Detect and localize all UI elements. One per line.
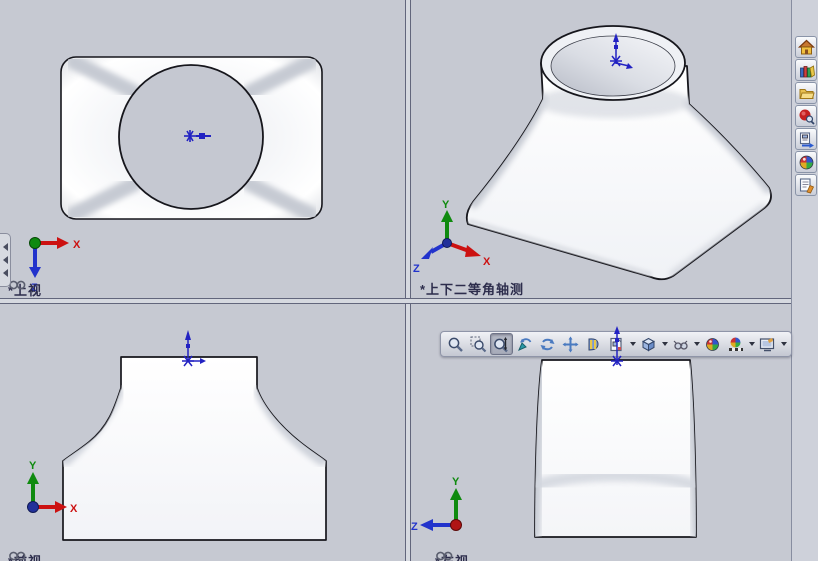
chevron-left-icon (2, 256, 8, 264)
view-label-isometric: *上下二等角轴测 (420, 282, 525, 297)
hide-show-items-dropdown[interactable] (692, 333, 701, 355)
linked-views-icon (436, 551, 453, 561)
zoom-to-fit-icon[interactable] (444, 333, 467, 355)
edit-appearance-icon[interactable] (701, 333, 724, 355)
model-isometric: Y X Z (413, 25, 772, 281)
axis-x-label: X (70, 503, 78, 515)
view-label-left: *左视 (435, 551, 469, 561)
section-view-icon[interactable] (582, 333, 605, 355)
viewport-isometric[interactable]: Y X Z *上下二等角轴测 (411, 0, 791, 298)
view-settings-dropdown[interactable] (779, 333, 788, 355)
file-explorer-icon[interactable] (795, 82, 817, 104)
triad-left-view: Y Z (411, 476, 462, 533)
pan-icon[interactable] (559, 333, 582, 355)
solidworks-search-icon[interactable] (795, 105, 817, 127)
view-label-top: *上视 (8, 280, 42, 298)
axis-z-label: Z (413, 263, 420, 275)
origin-marker (611, 326, 623, 367)
display-style-icon[interactable] (637, 333, 660, 355)
custom-properties-icon[interactable] (795, 174, 817, 196)
chevron-left-icon (2, 269, 8, 277)
apply-scene-dropdown[interactable] (747, 333, 756, 355)
model-top-view: X Z (29, 56, 323, 294)
graphics-area: X Z *上视 Y X Z *上下二等角轴测 Y X Y Z (0, 0, 818, 561)
zoom-in-out-icon[interactable] (490, 333, 513, 355)
hide-show-items-icon[interactable] (669, 333, 692, 355)
zoom-to-area-icon[interactable] (467, 333, 490, 355)
axis-y-label: Y (442, 199, 450, 211)
view-settings-icon[interactable] (756, 333, 779, 355)
view-label-front: *前视 (8, 551, 42, 561)
linked-views-icon (9, 551, 26, 561)
solidworks-resources-icon[interactable] (795, 36, 817, 58)
design-library-icon[interactable] (795, 59, 817, 81)
previous-view-icon[interactable] (536, 333, 559, 355)
axis-x-label: X (483, 256, 491, 268)
apply-scene-icon[interactable] (724, 333, 747, 355)
vertical-viewport-splitter[interactable] (405, 0, 411, 561)
task-pane-strip (791, 0, 818, 561)
viewport-front-view[interactable]: Y X *前视 (0, 304, 405, 561)
axis-y-label: Y (452, 476, 460, 488)
collapsed-panel-tab[interactable] (0, 233, 11, 287)
view-palette-icon[interactable] (795, 128, 817, 150)
horizontal-viewport-splitter[interactable] (0, 298, 791, 304)
model-front-view: Y X (27, 330, 327, 541)
rotate-view-icon[interactable] (513, 333, 536, 355)
origin-marker (182, 330, 206, 367)
axis-y-label: Y (29, 460, 37, 472)
axis-z-label: Z (411, 521, 418, 533)
axis-x-label: X (73, 239, 81, 251)
chevron-left-icon (2, 243, 8, 251)
appearances-scenes-icon[interactable] (795, 151, 817, 173)
viewport-top-view[interactable]: X Z *上视 (0, 0, 405, 298)
display-style-dropdown[interactable] (660, 333, 669, 355)
